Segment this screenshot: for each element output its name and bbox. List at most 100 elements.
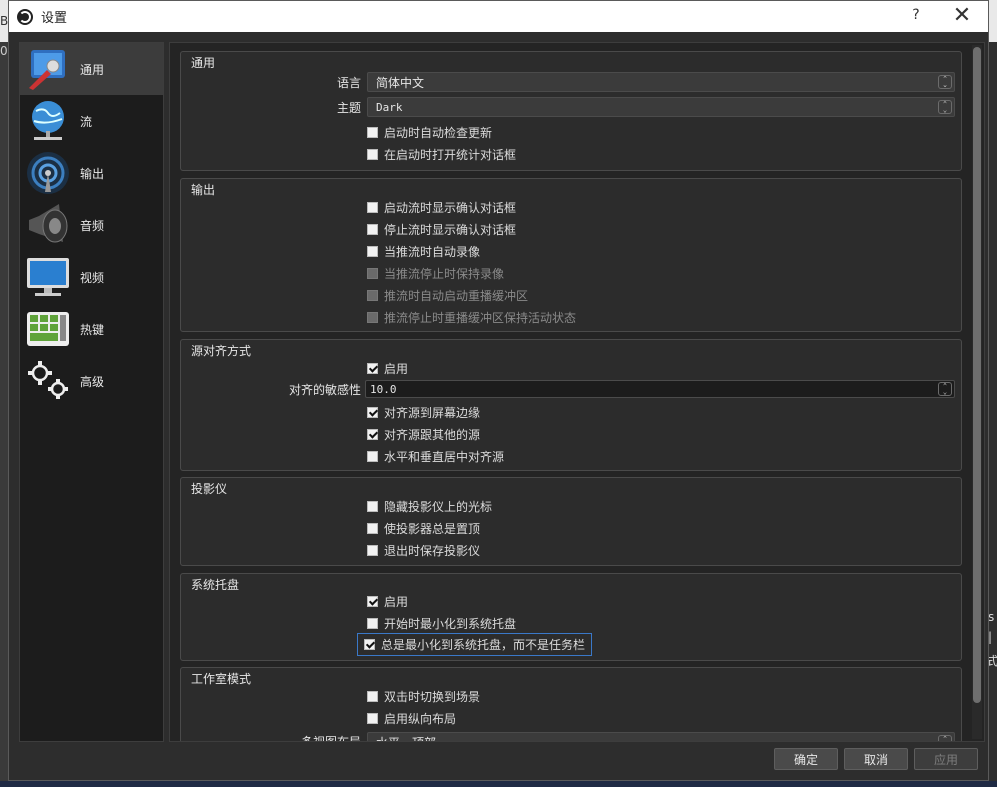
sidebar-item-label: 输出: [80, 166, 105, 181]
audio-speaker-icon: [24, 201, 72, 249]
hide-cursor-checkbox[interactable]: 隐藏投影仪上的光标: [367, 498, 492, 515]
group-title: 工作室模式: [191, 672, 252, 686]
background-taskbar: [0, 781, 997, 787]
close-button[interactable]: ✕: [950, 4, 974, 28]
sidebar-item-video[interactable]: 视频: [20, 251, 163, 303]
checkbox-box: [367, 246, 378, 257]
checkbox-label: 启用纵向布局: [384, 712, 457, 726]
group-title: 系统托盘: [191, 578, 240, 592]
checkbox-label: 当推流停止时保持录像: [384, 267, 505, 281]
background-glyph: 0: [0, 44, 8, 58]
checkbox-label: 双击时切换到场景: [384, 690, 481, 704]
theme-row: 主题: [181, 96, 361, 118]
checkbox-label: 隐藏投影仪上的光标: [384, 500, 493, 514]
checkbox-label: 推流停止时重播缓冲区保持活动状态: [384, 311, 577, 325]
checkbox-label: 在启动时打开统计对话框: [384, 148, 517, 162]
checkbox-label: 开始时最小化到系统托盘: [384, 617, 517, 631]
checkbox-box: [367, 545, 378, 556]
checkbox-label: 启用: [384, 595, 409, 609]
sidebar-item-advanced[interactable]: 高级: [20, 355, 163, 407]
snap-to-sources-checkbox[interactable]: 对齐源跟其他的源: [367, 426, 480, 443]
checkbox-label: 推流时自动启动重播缓冲区: [384, 289, 529, 303]
checkbox-label: 停止流时显示确认对话框: [384, 223, 517, 237]
language-value: 简体中文: [376, 75, 425, 90]
apply-button[interactable]: 应用: [914, 748, 978, 770]
sensitivity-spinbox[interactable]: 10.0 ⌃ ⌄: [365, 380, 955, 398]
video-monitor-icon: [24, 253, 72, 301]
help-button[interactable]: ?: [906, 7, 926, 23]
save-projectors-checkbox[interactable]: 退出时保存投影仪: [367, 542, 480, 559]
checkbox-box: [364, 639, 375, 650]
confirm-start-stream-checkbox[interactable]: 启动流时显示确认对话框: [367, 199, 516, 216]
checkbox-box: [367, 149, 378, 160]
tray-enable-checkbox[interactable]: 启用: [367, 593, 408, 610]
checkbox-label: 当推流时自动录像: [384, 245, 481, 259]
sidebar-item-label: 热键: [80, 322, 105, 337]
portrait-layout-checkbox[interactable]: 启用纵向布局: [367, 710, 456, 727]
double-click-switch-checkbox[interactable]: 双击时切换到场景: [367, 688, 480, 705]
checkbox-box: [367, 407, 378, 418]
auto-replay-buffer-checkbox: 推流时自动启动重播缓冲区: [367, 287, 528, 304]
keep-replay-buffer-checkbox: 推流停止时重播缓冲区保持活动状态: [367, 309, 576, 326]
checkbox-box: [367, 202, 378, 213]
auto-record-checkbox[interactable]: 当推流时自动录像: [367, 243, 480, 260]
studio-mode-group: 工作室模式 双击时切换到场景 启用纵向布局 多视图布局 水平，顶部 ⌃⌄: [180, 667, 962, 742]
checkbox-box: [367, 691, 378, 702]
ok-button[interactable]: 确定: [774, 748, 838, 770]
theme-label: 主题: [336, 100, 361, 115]
checkbox-label: 使投影器总是置顶: [384, 522, 481, 536]
sidebar-item-label: 通用: [80, 62, 105, 77]
settings-sidebar: 通用 流 输出 音频 视频 热键 高级: [19, 42, 164, 742]
projector-always-on-top-checkbox[interactable]: 使投影器总是置顶: [367, 520, 480, 537]
group-title: 通用: [191, 56, 216, 70]
sidebar-item-audio[interactable]: 音频: [20, 199, 163, 251]
auto-update-checkbox[interactable]: 启动时自动检查更新: [367, 124, 492, 141]
sidebar-item-output[interactable]: 输出: [20, 147, 163, 199]
advanced-gears-icon: [24, 357, 72, 405]
snap-to-screen-checkbox[interactable]: 对齐源到屏幕边缘: [367, 404, 480, 421]
checkbox-box: [367, 451, 378, 462]
checkbox-label: 启动时自动检查更新: [384, 126, 493, 140]
sidebar-item-stream[interactable]: 流: [20, 95, 163, 147]
minimize-to-tray-checkbox[interactable]: 总是最小化到系统托盘，而不是任务栏: [357, 633, 593, 656]
checkbox-label: 水平和垂直居中对齐源: [384, 450, 505, 464]
theme-select[interactable]: Dark ⌃ ⌄: [367, 97, 955, 117]
snapping-enable-checkbox[interactable]: 启用: [367, 360, 408, 377]
sidebar-item-hotkeys[interactable]: 热键: [20, 303, 163, 355]
sidebar-item-label: 高级: [80, 374, 105, 389]
vertical-scrollbar[interactable]: [972, 45, 982, 739]
spin-arrows-icon: ⌃⌄: [938, 735, 952, 741]
group-title: 源对齐方式: [191, 344, 252, 358]
multiview-select[interactable]: 水平，顶部 ⌃⌄: [367, 732, 955, 741]
checkbox-box: [367, 268, 378, 279]
confirm-stop-stream-checkbox[interactable]: 停止流时显示确认对话框: [367, 221, 516, 238]
output-group: 输出 启动流时显示确认对话框 停止流时显示确认对话框 当推流时自动录像 当推流停…: [180, 178, 962, 332]
stream-globe-icon: [24, 97, 72, 145]
snap-center-checkbox[interactable]: 水平和垂直居中对齐源: [367, 448, 504, 465]
projectors-group: 投影仪 隐藏投影仪上的光标 使投影器总是置顶 退出时保存投影仪: [180, 477, 962, 566]
sidebar-item-general[interactable]: 通用: [20, 43, 163, 95]
language-select[interactable]: 简体中文 ⌃ ⌄: [367, 72, 955, 92]
keep-recording-checkbox: 当推流停止时保持录像: [367, 265, 504, 282]
checkbox-box: [367, 312, 378, 323]
multiview-label: 多视图布局: [300, 734, 361, 742]
start-minimized-checkbox[interactable]: 开始时最小化到系统托盘: [367, 615, 516, 632]
language-row: 语言: [181, 71, 361, 93]
scrollbar-thumb[interactable]: [973, 47, 981, 703]
checkbox-label: 对齐源到屏幕边缘: [384, 406, 481, 420]
checkbox-box: [367, 290, 378, 301]
general-icon: [24, 45, 72, 93]
checkbox-label: 启动流时显示确认对话框: [384, 201, 517, 215]
checkbox-box: [367, 618, 378, 629]
checkbox-box: [367, 363, 378, 374]
output-antenna-icon: [24, 149, 72, 197]
checkbox-box: [367, 429, 378, 440]
general-group: 通用 语言 简体中文 ⌃ ⌄ 主题 Dark ⌃ ⌄ 启动时自动检查更新 在启动时打…: [180, 51, 962, 171]
open-stats-checkbox[interactable]: 在启动时打开统计对话框: [367, 146, 516, 163]
checkbox-box: [367, 596, 378, 607]
sensitivity-value: 10.0: [370, 382, 397, 396]
cancel-button[interactable]: 取消: [844, 748, 908, 770]
spin-arrows-icon: ⌃⌄: [938, 382, 952, 396]
checkbox-box: [367, 713, 378, 724]
checkbox-box: [367, 501, 378, 512]
